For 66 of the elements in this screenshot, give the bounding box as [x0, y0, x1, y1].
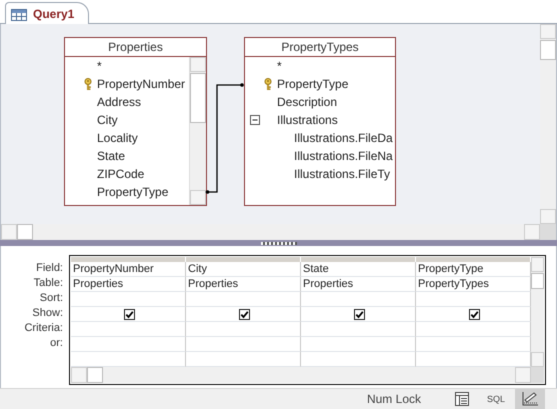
field-item[interactable]: ZIPCode	[97, 166, 144, 182]
grid-cell[interactable]	[301, 337, 416, 352]
grid-cell[interactable]	[186, 337, 301, 352]
grid-cell[interactable]: State	[301, 262, 416, 277]
scrollbar-corner	[540, 224, 556, 240]
show-checkbox[interactable]	[238, 308, 250, 320]
grid-cell[interactable]	[301, 322, 416, 337]
field-item[interactable]: Description	[277, 94, 338, 110]
show-checkbox[interactable]	[354, 308, 364, 320]
grid-cell[interactable]: PropertyTypes	[416, 277, 531, 292]
column-selector[interactable]	[186, 257, 301, 262]
field-item[interactable]: City	[97, 112, 118, 128]
splitter-bar[interactable]	[0, 240, 557, 246]
grid-cell[interactable]	[71, 337, 186, 352]
sql-view-button[interactable]: SQL	[481, 389, 511, 409]
grid-horizontal-scrollbar[interactable]	[71, 367, 531, 383]
horizontal-scrollbar[interactable]	[1, 224, 540, 240]
show-checkbox[interactable]	[468, 308, 480, 320]
column-selector[interactable]	[301, 257, 416, 262]
grid-cell[interactable]	[186, 322, 301, 337]
column-selector[interactable]	[416, 257, 531, 262]
field-item[interactable]: *	[277, 58, 282, 74]
vertical-scrollbar[interactable]	[540, 24, 556, 224]
field-item[interactable]: PropertyType	[277, 76, 348, 92]
grid-cell[interactable]	[416, 322, 531, 337]
grid-cell[interactable]	[416, 292, 531, 307]
row-label: Sort:	[38, 291, 63, 306]
field-item[interactable]: Locality	[97, 130, 138, 146]
grid-cell[interactable]: Properties	[71, 277, 186, 292]
field-item[interactable]: Illustrations.FileDa	[294, 130, 393, 146]
grid-cell[interactable]	[186, 292, 301, 307]
pencil-ruler-icon	[521, 391, 539, 407]
collapse-icon[interactable]	[250, 115, 260, 125]
row-label: or:	[49, 336, 63, 351]
column-selector[interactable]	[71, 257, 186, 262]
query-tab[interactable]: Query1	[5, 2, 90, 24]
grid-cell[interactable]	[71, 292, 186, 307]
grid-cell[interactable]: PropertyNumber	[71, 262, 186, 277]
query-icon	[11, 6, 27, 20]
list-scrollbar[interactable]	[189, 57, 206, 205]
num-lock-indicator: Num Lock	[366, 392, 421, 406]
grid-cell[interactable]: City	[186, 262, 301, 277]
datasheet-icon	[454, 391, 470, 407]
grid-vertical-scrollbar[interactable]	[531, 257, 544, 367]
field-item[interactable]: PropertyNumber	[97, 76, 186, 92]
field-item[interactable]: PropertyType	[97, 184, 168, 200]
row-label: Criteria:	[23, 321, 63, 336]
field-item[interactable]: Address	[97, 94, 142, 110]
scrollbar-corner	[531, 367, 544, 383]
field-item[interactable]: Illustrations.FileNa	[294, 148, 393, 164]
field-item[interactable]: State	[97, 148, 126, 164]
grid-cell[interactable]	[416, 337, 531, 352]
design-view-button[interactable]	[515, 389, 545, 409]
grid-cell[interactable]: Properties	[301, 277, 416, 292]
row-label: Table:	[32, 276, 63, 291]
field-item[interactable]: *	[97, 58, 102, 74]
grid-cell[interactable]	[301, 292, 416, 307]
field-item[interactable]: Illustrations	[277, 112, 338, 128]
show-checkbox[interactable]	[124, 308, 134, 320]
row-label: Field:	[35, 261, 63, 276]
grid-cell[interactable]	[71, 322, 186, 337]
field-item[interactable]: Illustrations.FileTy	[294, 166, 390, 182]
table-title: PropertyTypes	[245, 38, 395, 57]
grid-cell[interactable]: PropertyType	[416, 262, 531, 277]
row-label: Show:	[31, 306, 63, 321]
grid-cell[interactable]: Properties	[186, 277, 301, 292]
